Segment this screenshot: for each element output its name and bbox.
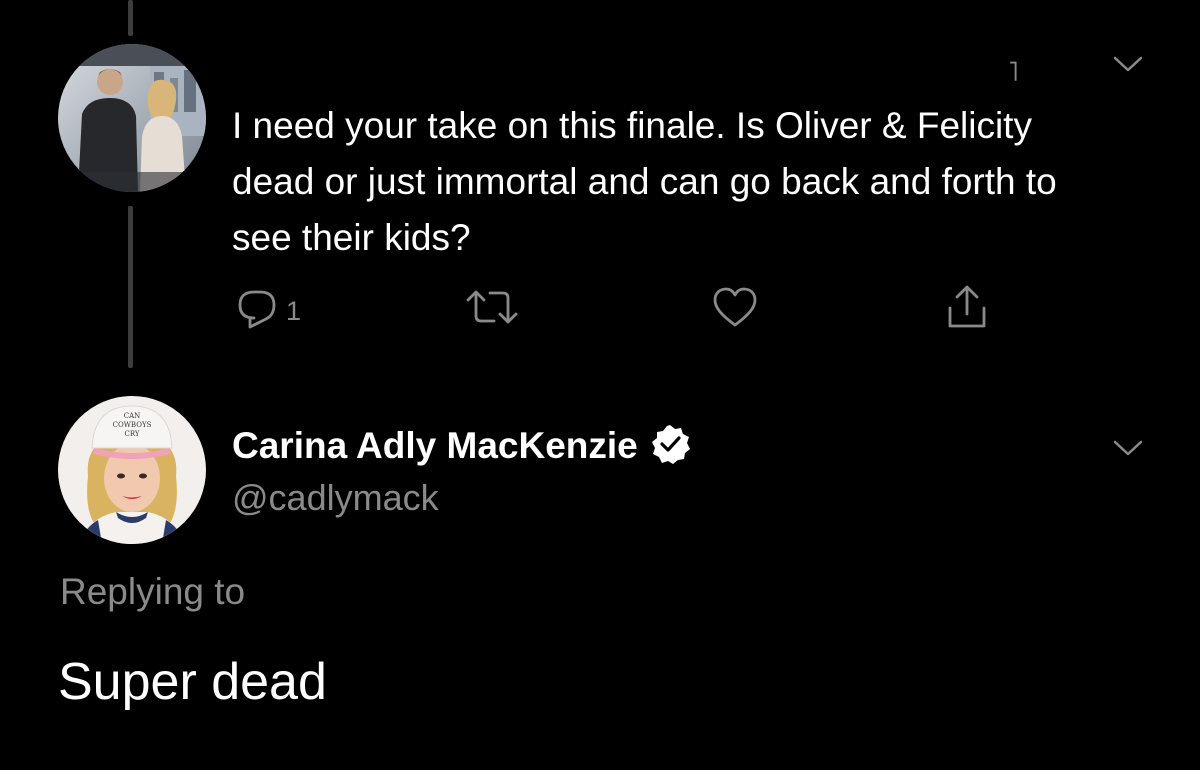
replying-to-label: Replying to [60, 571, 246, 612]
retweet-button[interactable] [464, 282, 520, 332]
reply-tweet-text: Super dead [58, 653, 327, 711]
author-name-row[interactable]: Carina Adly MacKenzie [232, 420, 692, 472]
retweet-icon [464, 282, 520, 332]
thread-line-connector [128, 206, 133, 368]
parent-avatar[interactable] [58, 44, 206, 192]
svg-text:COWBOYS: COWBOYS [113, 421, 152, 429]
thread-line-top [128, 0, 133, 36]
heart-icon [710, 282, 760, 332]
reply-icon [232, 282, 282, 332]
like-button[interactable] [710, 282, 760, 332]
share-button[interactable] [942, 282, 992, 332]
verified-badge-icon [648, 422, 692, 471]
reply-count: 1 [286, 295, 302, 326]
stray-mark: ˥ [1008, 56, 1019, 87]
reply-avatar[interactable]: CAN COWBOYS CRY [58, 396, 206, 544]
chevron-down-icon[interactable] [1112, 438, 1144, 458]
reply-button[interactable]: 1 [232, 282, 301, 332]
tweet-action-bar: 1 [232, 282, 1012, 332]
share-icon [942, 282, 992, 332]
chevron-down-icon[interactable] [1112, 54, 1144, 74]
svg-text:CAN: CAN [124, 412, 141, 420]
author-name[interactable]: Carina Adly MacKenzie [232, 425, 638, 467]
author-handle[interactable]: @cadlymack [232, 472, 439, 524]
svg-text:CRY: CRY [124, 430, 139, 438]
parent-tweet-text: I need your take on this finale. Is Oliv… [232, 105, 1057, 258]
